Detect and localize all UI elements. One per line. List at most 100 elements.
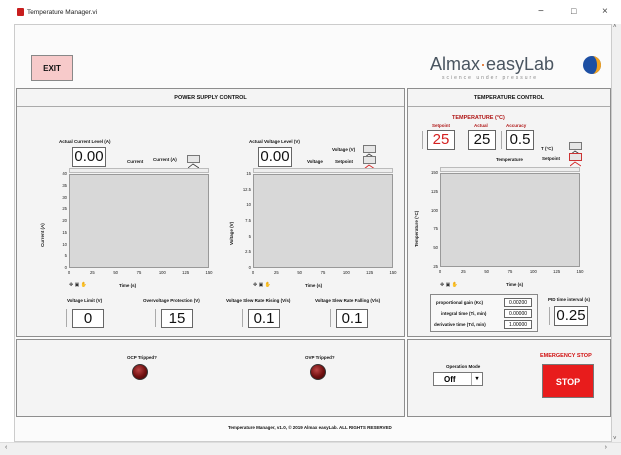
- tmp-xtick: 0: [438, 269, 442, 274]
- app-icon: [17, 8, 24, 16]
- vol-ytick: 7.5: [245, 218, 251, 223]
- slew-rising-input[interactable]: 0.1: [248, 309, 280, 328]
- pid-interval-input[interactable]: 0.25: [554, 306, 588, 326]
- actual-label: Actual: [474, 123, 488, 128]
- setpoint-stepper[interactable]: [422, 131, 426, 149]
- temp-legend-series-1: T (°C): [541, 146, 554, 151]
- scroll-right-icon[interactable]: ›: [605, 444, 607, 451]
- pid-ti-label: integral time (Ti, min): [441, 311, 487, 316]
- voltage-plot-scrollbar[interactable]: [253, 168, 393, 173]
- cur-xtick: 100: [158, 270, 166, 275]
- overvoltage-protection-label: Overvoltage Protection (V): [143, 298, 200, 303]
- overvoltage-protection-stepper[interactable]: [155, 309, 159, 327]
- vol-ytick: 10: [246, 202, 251, 208]
- operation-mode-value: Off: [444, 375, 456, 384]
- logo-text-easylab: easyLab: [486, 54, 555, 74]
- temp-graph-tools[interactable]: ✥ ▣ ✋: [440, 282, 466, 289]
- voltage-limit-stepper[interactable]: [66, 309, 70, 327]
- cur-xtick: 150: [205, 270, 213, 275]
- temp-axis-xlabel: Time (s): [506, 282, 524, 287]
- tmp-ytick: 75: [433, 226, 438, 232]
- temp-setpoint-legend-icon[interactable]: [569, 153, 582, 167]
- tmp-xtick: 125: [553, 269, 561, 274]
- emergency-stop-label: EMERGENCY STOP: [540, 353, 592, 359]
- pid-kc-label: proportional gain (Kc): [436, 300, 483, 305]
- front-panel: EXIT Almax·easyLab science under pressur…: [14, 24, 612, 442]
- cur-ytick: 25: [62, 206, 67, 212]
- horizontal-scrollbar[interactable]: ‹ ›: [0, 442, 621, 455]
- current-level-display: 0.00: [72, 147, 106, 167]
- cur-ytick: 35: [62, 182, 67, 188]
- power-supply-title: POWER SUPPLY CONTROL: [17, 89, 404, 107]
- tmp-xtick: 25: [460, 269, 466, 274]
- window-title: Temperature Manager.vi: [27, 9, 98, 16]
- current-plot-scrollbar[interactable]: [69, 168, 209, 173]
- voltage-limit-input[interactable]: 0: [72, 309, 104, 328]
- current-plot-legend-icon[interactable]: [187, 155, 200, 169]
- slew-falling-stepper[interactable]: [330, 309, 334, 327]
- title-bar: Temperature Manager.vi − □ ×: [0, 0, 621, 24]
- current-axis-xlabel: Time (s): [119, 283, 137, 288]
- current-axis-ylabel: Current (A): [40, 223, 45, 247]
- logo-text-almax: Almax: [430, 54, 481, 74]
- slew-rising-stepper[interactable]: [242, 309, 246, 327]
- pid-td-input[interactable]: 1.00000: [504, 320, 532, 329]
- scroll-up-icon[interactable]: ˄: [613, 24, 617, 30]
- setpoint-input[interactable]: 25: [427, 130, 455, 150]
- current-plot-area: [69, 174, 209, 268]
- vol-xtick: 75: [320, 270, 326, 275]
- accuracy-input[interactable]: 0.5: [506, 130, 534, 150]
- temp-legend-series-2: Setpoint: [542, 156, 560, 161]
- ocp-indicator-led: [132, 364, 148, 380]
- setpoint-plot-legend-icon[interactable]: [363, 156, 376, 170]
- stop-button[interactable]: STOP: [542, 364, 594, 398]
- voltage-limit-label: Voltage Limit (V): [67, 298, 103, 303]
- temperature-panel: TEMPERATURE CONTROL TEMPERATURE (°C) Set…: [407, 88, 611, 337]
- operation-panel: Operation Mode Off ▾ EMERGENCY STOP STOP: [407, 339, 611, 417]
- operation-mode-select[interactable]: Off ▾: [433, 372, 483, 386]
- slew-rising-label: Voltage Slew Rate Rising (V/s): [226, 298, 291, 303]
- pid-kc-input[interactable]: 0.00200: [504, 298, 532, 307]
- exit-button[interactable]: EXIT: [31, 55, 73, 81]
- temp-plot-legend-icon[interactable]: [569, 142, 582, 156]
- pid-ti-input[interactable]: 0.00000: [504, 309, 532, 318]
- actual-temperature-display: 25: [468, 130, 496, 150]
- vol-ytick: 12.5: [242, 186, 251, 192]
- ovp-indicator-led: [310, 364, 326, 380]
- maximize-button[interactable]: □: [571, 6, 576, 16]
- temp-plot-scrollbar[interactable]: [440, 167, 580, 172]
- vol-ytick: 2.5: [245, 249, 251, 255]
- temp-legend-label: Temperature: [496, 157, 523, 162]
- pid-interval-stepper[interactable]: [549, 307, 553, 325]
- current-legend-series: Current (A): [153, 157, 177, 162]
- vol-xtick: 0: [251, 270, 255, 275]
- tmp-ytick: 125: [431, 188, 438, 194]
- minimize-button[interactable]: −: [538, 6, 544, 17]
- vol-xtick: 100: [342, 270, 350, 275]
- pid-interval-label: PID time interval (s): [548, 297, 591, 302]
- accuracy-label: Accuracy: [506, 123, 527, 128]
- temperature-subtitle: TEMPERATURE (°C): [452, 115, 505, 121]
- slew-falling-input[interactable]: 0.1: [336, 309, 368, 328]
- power-supply-panel: POWER SUPPLY CONTROL Actual Current Leve…: [16, 88, 405, 337]
- cur-ytick: 30: [62, 194, 67, 200]
- voltage-plot-area: [253, 174, 393, 268]
- voltage-graph-tools[interactable]: ✥ ▣ ✋: [253, 282, 279, 289]
- scroll-left-icon[interactable]: ‹: [5, 444, 7, 451]
- cur-xtick: 75: [136, 270, 142, 275]
- accuracy-stepper[interactable]: [501, 131, 505, 149]
- current-graph-tools[interactable]: ✥ ▣ ✋: [69, 282, 95, 289]
- tmp-ytick: 100: [431, 207, 438, 213]
- voltage-plot-legend-icon[interactable]: [363, 145, 376, 159]
- footer-copyright: Temperature Manager, v1.0, © 2019 Almax …: [228, 425, 392, 430]
- vertical-scrollbar[interactable]: ˄ ˅: [612, 24, 621, 442]
- voltage-legend-series-2: Setpoint: [335, 159, 353, 164]
- cur-xtick: 50: [113, 270, 118, 275]
- temperature-plot-area: [440, 173, 580, 267]
- chevron-down-icon[interactable]: ▾: [471, 373, 482, 385]
- close-button[interactable]: ×: [602, 6, 608, 17]
- cur-xtick: 125: [182, 270, 190, 275]
- current-legend-label: Current: [127, 159, 144, 164]
- ocp-label: OCP Tripped?: [127, 355, 157, 360]
- overvoltage-protection-input[interactable]: 15: [161, 309, 193, 328]
